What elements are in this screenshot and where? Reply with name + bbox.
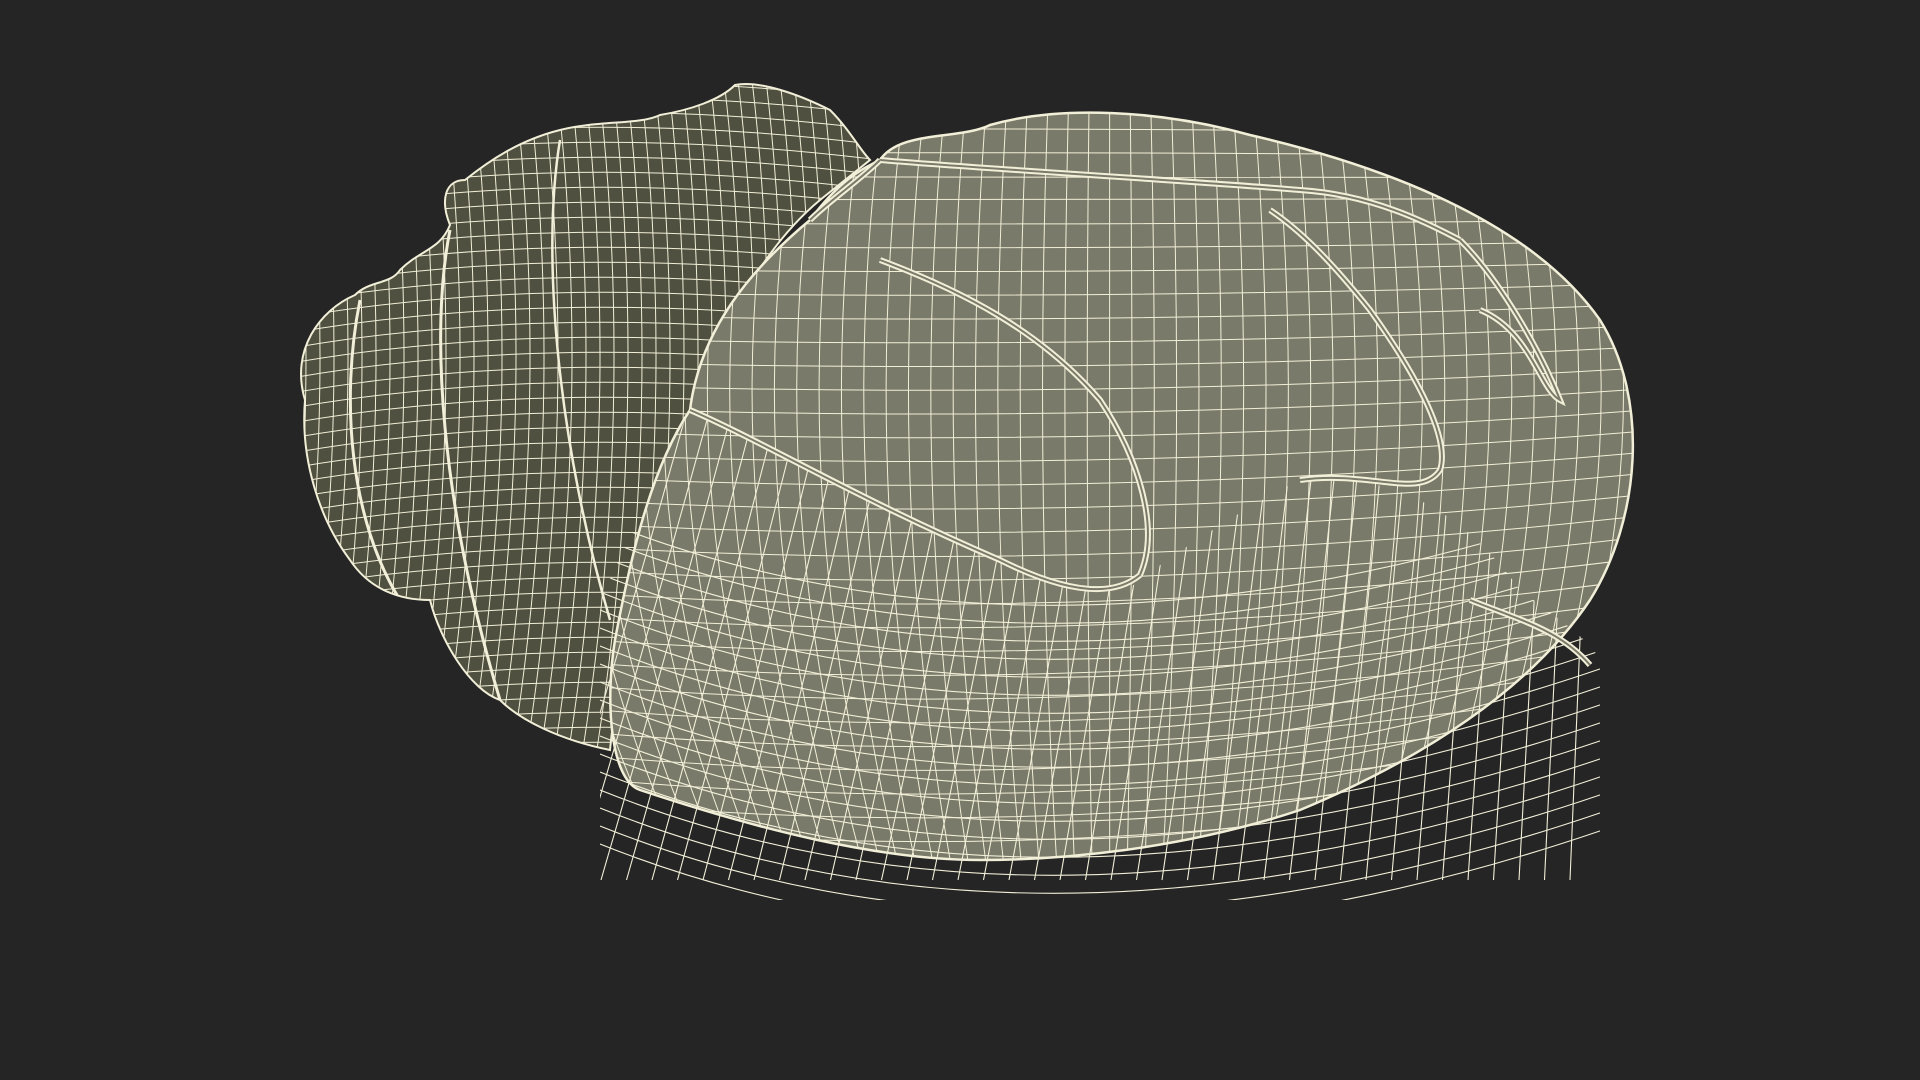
- wireframe-model-render: [300, 83, 1635, 900]
- left-lobe-wire: [301, 84, 307, 751]
- viewport-3d[interactable]: [0, 0, 1920, 1080]
